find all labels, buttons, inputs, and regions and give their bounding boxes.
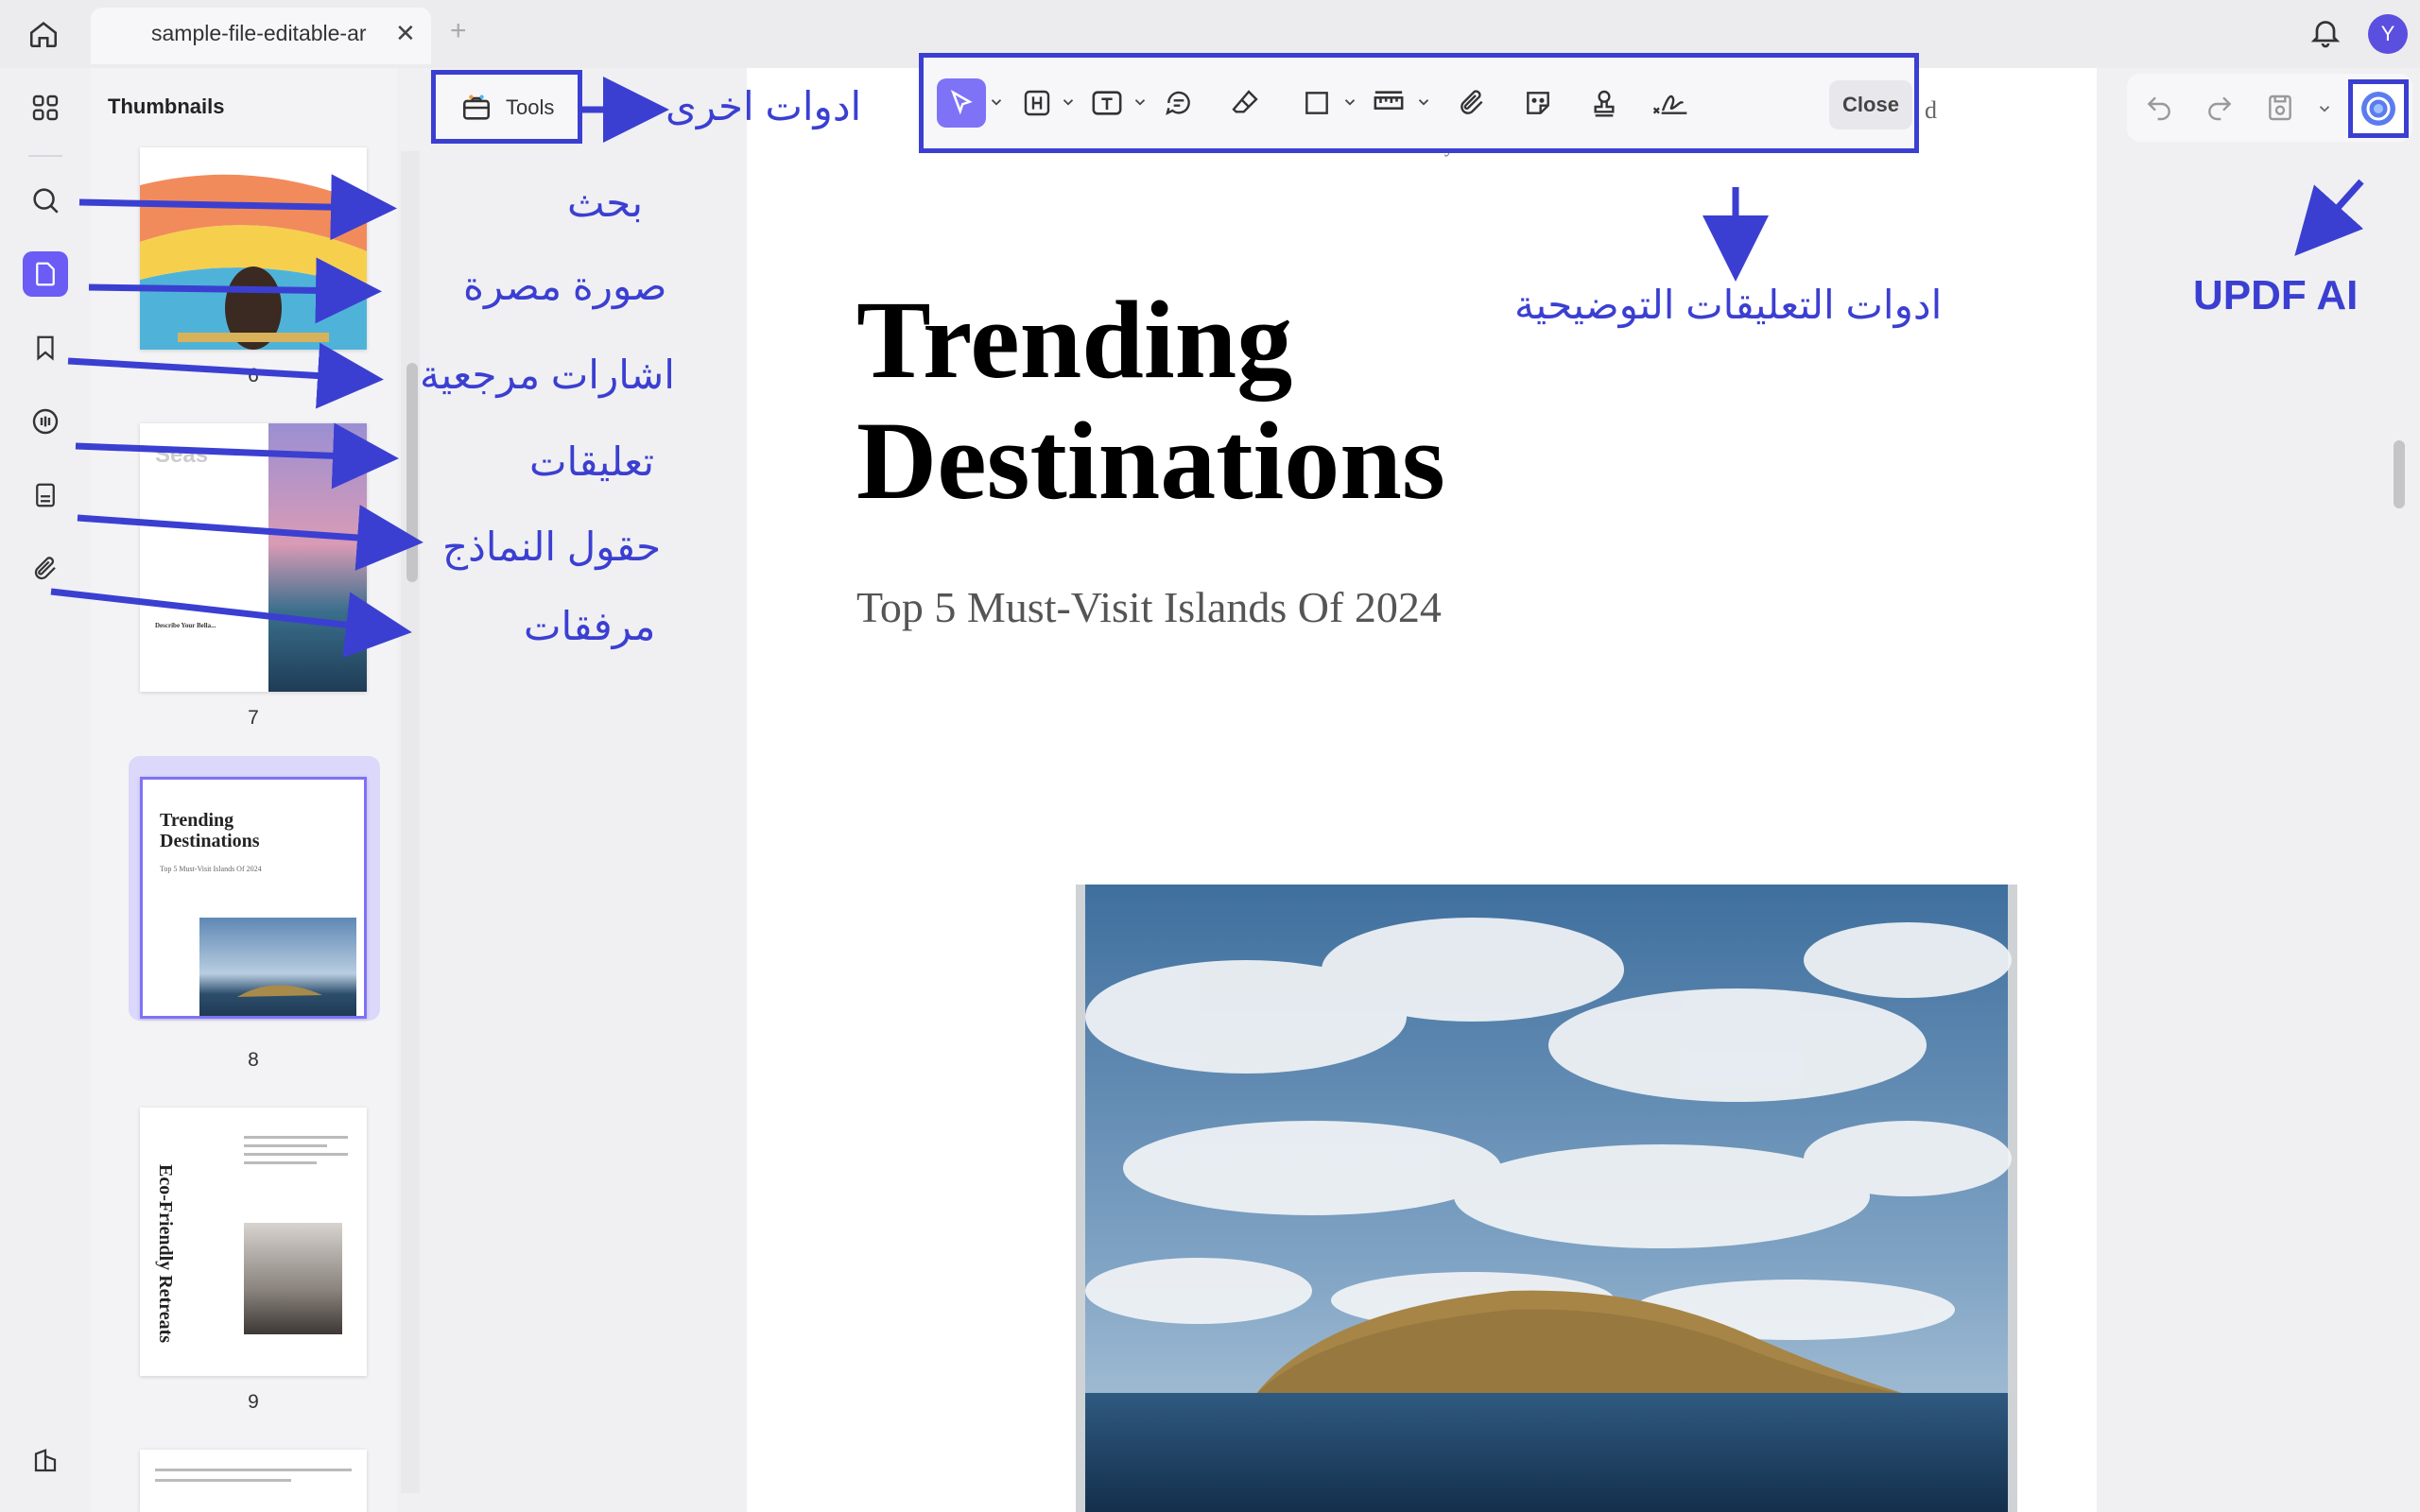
annotation-arrows: [50, 77, 2364, 659]
annotation-annotation-tools: ادوات التعليقات التوضيحية: [1514, 283, 1943, 327]
annotation-image: صورة مصرة: [463, 264, 667, 308]
annotation-form-fields: حقول النماذج: [442, 524, 662, 569]
annotation-updf-ai: UPDF AI: [2193, 272, 2359, 318]
annotation-other-tools: ادوات اخرى: [666, 84, 862, 129]
annotation-attachments: مرفقات: [524, 604, 656, 648]
annotation-comments: تعليقات: [529, 439, 655, 484]
annotation-search: بحث: [567, 180, 644, 225]
annotation-bookmarks: اشارات مرجعية: [420, 352, 675, 397]
